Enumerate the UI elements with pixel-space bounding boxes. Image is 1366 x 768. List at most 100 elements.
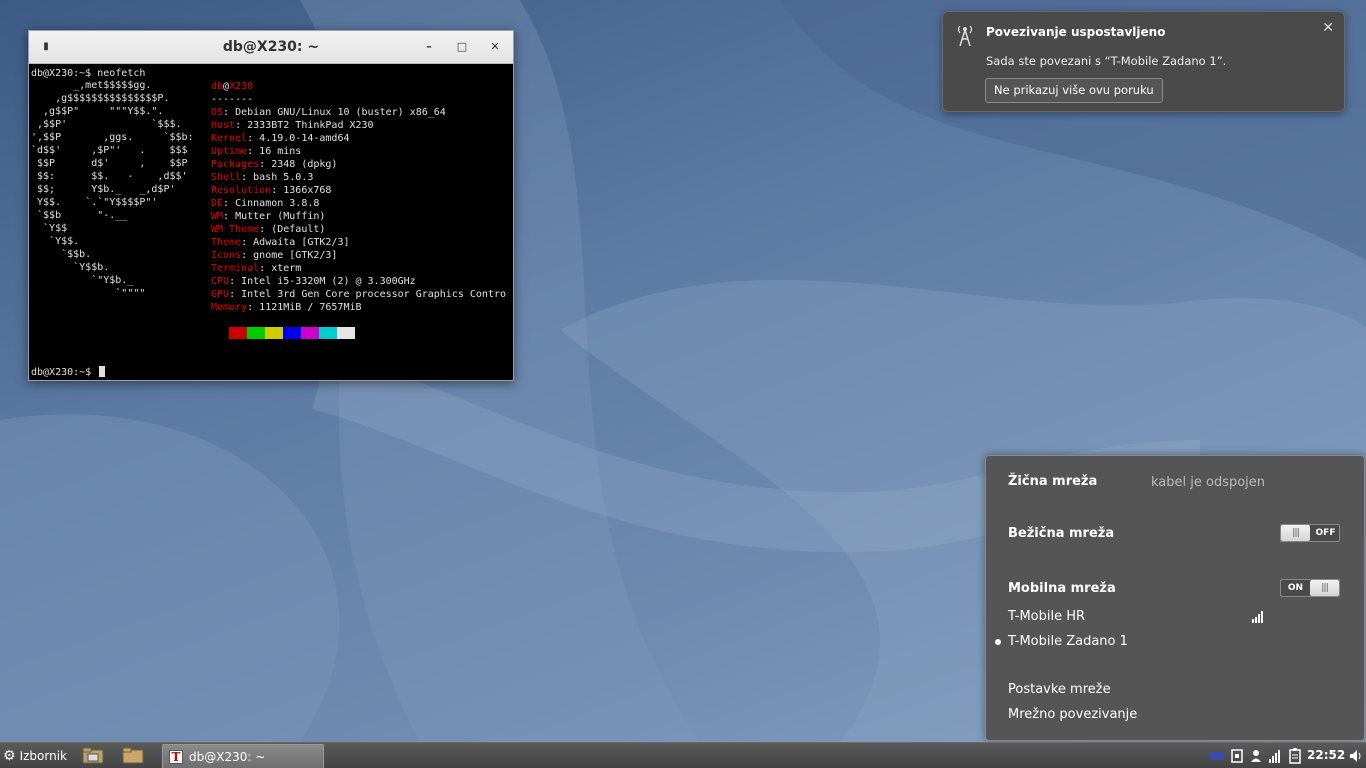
- close-icon[interactable]: ✕: [1322, 20, 1334, 36]
- info-value: 1121MiB / 7657MiB: [259, 302, 362, 313]
- maximize-button[interactable]: □: [454, 39, 470, 55]
- info-value: 2333BT2 ThinkPad X230: [247, 120, 374, 131]
- info-value: (Default): [271, 224, 326, 235]
- main-menu-label: Izbornik: [19, 749, 67, 763]
- battery-clipboard-icon[interactable]: [1288, 748, 1302, 764]
- info-value: gnome [GTK2/3]: [253, 250, 338, 261]
- wired-status: kabel je odspojen: [1151, 475, 1266, 490]
- taskbar-item-label: db@X230: ~: [189, 749, 266, 764]
- prompt-text: db@X230:~$: [31, 367, 98, 378]
- info-value: Intel i5-3320M (2) @ 3.300GHz: [241, 276, 416, 287]
- debian-ascii-logo: _,met$$$$$gg. ,g$$$$$$$$$$$$$$$P. ,g$$P"…: [31, 80, 194, 299]
- main-menu-button[interactable]: ⚙ Izbornik: [3, 747, 67, 765]
- volume-icon[interactable]: [1349, 748, 1363, 764]
- terminal-titlebar[interactable]: ▮ db@X230: ~ – □ ✕: [29, 31, 513, 64]
- user-icon[interactable]: [1250, 748, 1262, 764]
- toggle-knob: |||: [1281, 525, 1310, 541]
- file-manager-launcher-icon[interactable]: [82, 747, 104, 764]
- gear-icon: ⚙: [3, 748, 16, 764]
- color-palette: [229, 327, 355, 339]
- separator: -------: [211, 94, 254, 105]
- info-value: 1366x768: [283, 185, 332, 196]
- close-button[interactable]: ✕: [487, 39, 503, 55]
- info-row: DE: Cinnamon 3.8.8: [211, 198, 320, 209]
- info-value: 16 mins: [259, 146, 302, 157]
- palette-swatch: [229, 327, 247, 339]
- dont-show-again-button[interactable]: Ne prikazuj više ovu poruku: [985, 78, 1163, 103]
- notification-popup[interactable]: Povezivanje uspostavljeno ✕ Sada ste pov…: [942, 11, 1345, 112]
- info-value: xterm: [271, 263, 302, 274]
- info-row: WM Theme: (Default): [211, 224, 326, 235]
- network-settings-item[interactable]: Postavke mreže: [1008, 682, 1111, 697]
- info-row: WM: Mutter (Muffin): [211, 211, 326, 222]
- info-row: Terminal: xterm: [211, 263, 302, 274]
- mobile-signal-icon[interactable]: [1268, 748, 1282, 764]
- signal-strength-icon: [1252, 611, 1266, 623]
- taskbar-item-terminal[interactable]: T db@X230: ~: [162, 744, 324, 768]
- info-row: Theme: Adwaita [GTK2/3]: [211, 237, 350, 248]
- wired-network-label: Žična mreža: [1008, 474, 1098, 489]
- mobile-toggle-state: ON: [1287, 583, 1304, 593]
- network-applet-menu[interactable]: Žična mreža kabel je odspojen Bežična mr…: [985, 455, 1365, 741]
- wireless-toggle-state: OFF: [1315, 528, 1336, 538]
- palette-swatch: [301, 327, 319, 339]
- palette-swatch: [283, 327, 301, 339]
- info-row: Uptime: 16 mins: [211, 146, 302, 157]
- info-row: Host: 2333BT2 ThinkPad X230: [211, 120, 374, 131]
- info-key: Packages: [211, 159, 260, 170]
- network-connections-item[interactable]: Mrežno povezivanje: [1008, 707, 1137, 722]
- system-info: db@X230 ------- OS: Debian GNU/Linux 10 …: [211, 80, 506, 314]
- info-key: Kernel: [211, 133, 248, 144]
- host-name: X230: [229, 81, 254, 92]
- info-row: Memory: 1121MiB / 7657MiB: [211, 302, 362, 313]
- network-item-tmobile-zadano[interactable]: T-Mobile Zadano 1: [1008, 634, 1128, 649]
- info-key: OS: [211, 107, 224, 118]
- xterm-icon: T: [169, 749, 183, 764]
- info-row: GPU: Intel 3rd Gen Core processor Graphi…: [211, 289, 507, 300]
- info-value: Cinnamon 3.8.8: [235, 198, 320, 209]
- info-key: Host: [211, 120, 236, 131]
- info-key: Icons: [211, 250, 242, 261]
- info-key: Memory: [211, 302, 248, 313]
- info-row: Kernel: 4.19.0-14-amd64: [211, 133, 350, 144]
- antenna-icon: [957, 25, 973, 46]
- network-item-tmobile-hr[interactable]: T-Mobile HR: [1008, 609, 1085, 624]
- info-key: Terminal: [211, 263, 260, 274]
- wireless-network-label: Bežična mreža: [1008, 526, 1115, 541]
- info-row: Icons: gnome [GTK2/3]: [211, 250, 338, 261]
- mobile-toggle[interactable]: ON |||: [1280, 579, 1340, 597]
- window-title: db@X230: ~: [222, 39, 320, 55]
- notification-body: Sada ste povezani s “T-Mobile Zadano 1”.: [986, 54, 1227, 68]
- palette-swatch: [247, 327, 265, 339]
- taskbar: ⚙ Izbornik T db@X230: ~ 22:52: [0, 742, 1366, 768]
- toggle-knob: |||: [1310, 580, 1339, 596]
- folder-launcher-icon[interactable]: [122, 747, 144, 764]
- wireless-toggle[interactable]: ||| OFF: [1280, 524, 1340, 542]
- palette-swatch: [337, 327, 355, 339]
- minimize-button[interactable]: –: [421, 39, 437, 55]
- info-value: Adwaita [GTK2/3]: [253, 237, 350, 248]
- info-row: Packages: 2348 (dpkg): [211, 159, 338, 170]
- prompt-line[interactable]: db@X230:~$: [31, 366, 106, 379]
- info-key: CPU: [211, 276, 230, 287]
- text-cursor: [99, 366, 106, 377]
- keyboard-layout-icon[interactable]: [1209, 748, 1225, 764]
- info-row: CPU: Intel i5-3320M (2) @ 3.300GHz: [211, 276, 416, 287]
- removable-drive-icon[interactable]: [1231, 748, 1243, 764]
- info-value: 2348 (dpkg): [271, 159, 338, 170]
- user-name: db: [211, 81, 224, 92]
- clock[interactable]: 22:52: [1307, 748, 1345, 762]
- palette-swatch: [265, 327, 283, 339]
- active-connection-dot: [995, 639, 1001, 645]
- info-value: 4.19.0-14-amd64: [259, 133, 350, 144]
- user-host: db@X230: [211, 80, 506, 93]
- info-row: Shell: bash 5.0.3: [211, 172, 314, 183]
- notification-title: Povezivanje uspostavljeno: [986, 25, 1166, 39]
- info-key: WM: [211, 211, 224, 222]
- info-key: Shell: [211, 172, 242, 183]
- info-key: GPU: [211, 289, 230, 300]
- info-value: Intel 3rd Gen Core processor Graphics Co…: [241, 289, 507, 300]
- terminal-output[interactable]: db@X230:~$ neofetch _,met$$$$$gg. ,g$$$$…: [29, 65, 513, 381]
- info-value: Mutter (Muffin): [235, 211, 326, 222]
- terminal-window[interactable]: ▮ db@X230: ~ – □ ✕ db@X230:~$ neofetch _…: [28, 30, 514, 381]
